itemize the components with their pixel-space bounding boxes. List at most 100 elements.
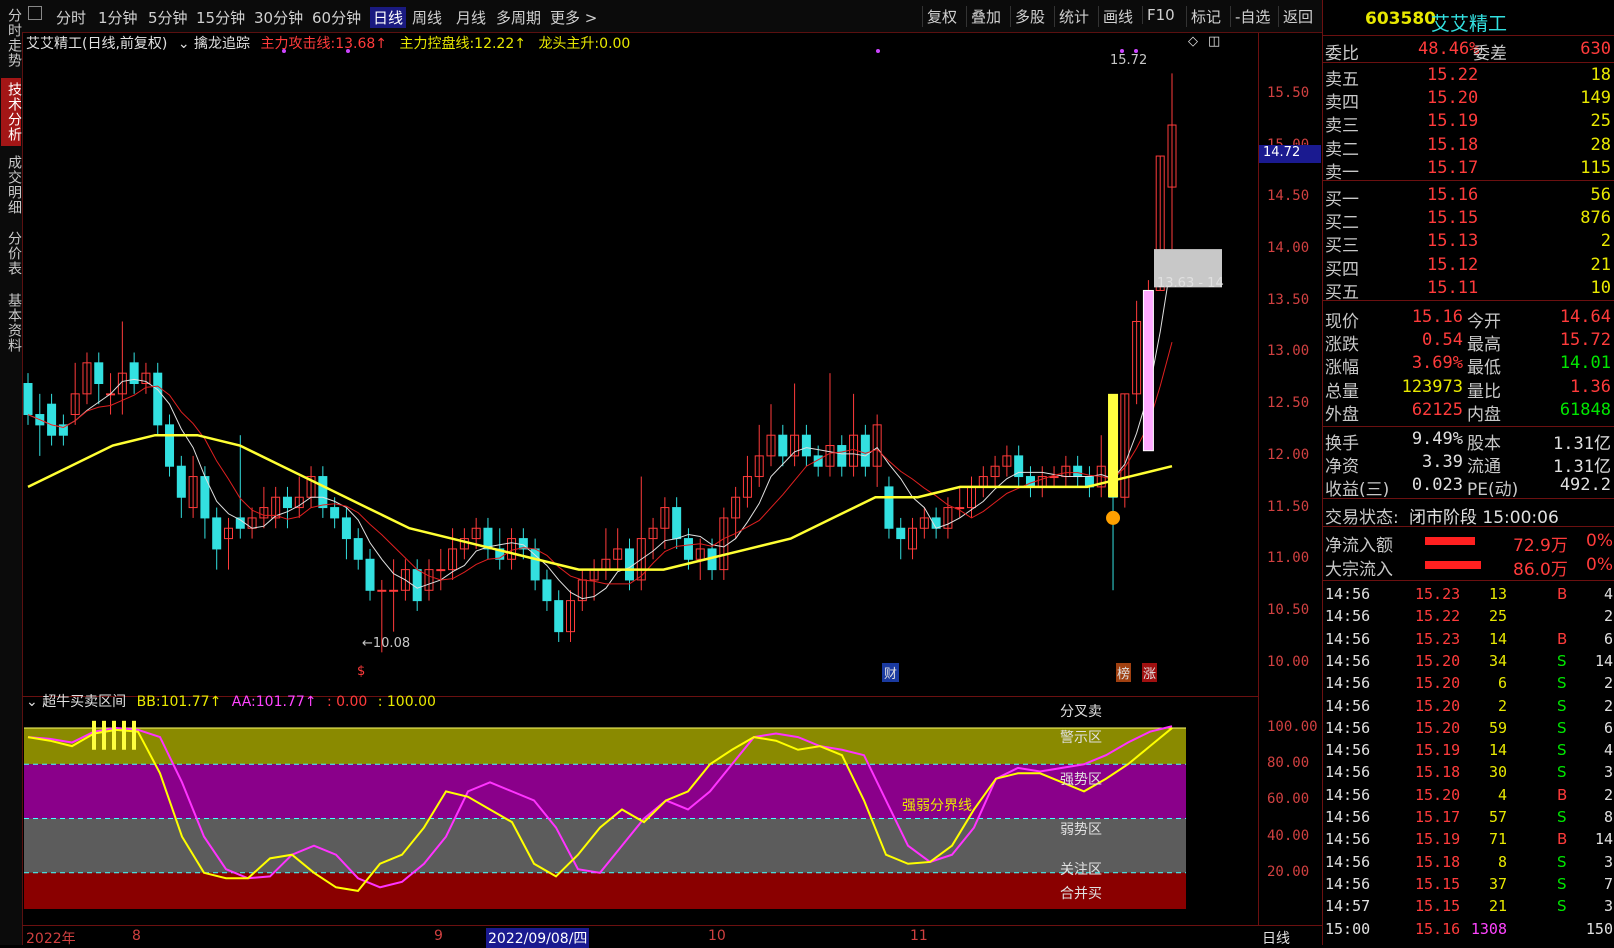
indicator-pane[interactable]: ⌄ 超牛买卖区间 BB:101.77↑ AA:101.77↑ : 0.00 : … [22,694,1258,925]
price-tick-label: 10.50 [1267,601,1310,618]
period-60min[interactable]: 60分钟 [312,7,361,28]
order-book-sell-row: 卖一 15.17 115 [1323,157,1614,183]
period-15min[interactable]: 15分钟 [196,7,245,28]
period-daily[interactable]: 日线 [370,7,407,28]
big-inflow-row: 大宗流入 86.0万 0% [1323,554,1614,580]
tick-count: 8 [1603,808,1613,826]
tick-row: 14:56 15.20 6 S 2 [1323,673,1614,696]
btn-f10[interactable]: F10 [1142,6,1179,24]
event-cai-marker[interactable]: 财 [882,663,900,682]
candle-body [341,517,351,540]
trade-state-value: 闭市阶段 15:00:06 [1409,508,1559,528]
tick-direction: S [1557,718,1567,737]
peak-bar [102,720,106,750]
tab-price-table[interactable]: 分价表 [1,228,22,278]
tick-count: 4 [1603,585,1613,603]
order-volume: 28 [1590,134,1611,155]
quote-stat-row: 外盘 62125 内盘 61848 [1323,399,1614,425]
net-inflow-row: 净流入额 72.9万 0% [1323,530,1614,556]
zone-strong-band [24,764,1186,819]
btn-overlay[interactable]: 叠加 [966,6,1005,27]
stat-value: 9.49% [1411,429,1463,449]
period-monthly[interactable]: 月线 [456,7,486,28]
period-more[interactable]: 更多 > [550,7,597,28]
ma-long-yellow-line [27,433,1173,571]
x-period-label[interactable]: 日线 [1262,928,1290,948]
high-marker: 15.72 [1110,53,1148,68]
tick-price: 15.20 [1415,718,1461,737]
tick-row: 14:56 15.20 59 S 6 [1323,718,1614,741]
tab-intraday[interactable]: 分时走势 [1,6,22,70]
ind-name[interactable]: 超牛买卖区间 [42,694,126,710]
big-inflow-value: 86.0万 [1513,560,1568,580]
price-tick-label: 11.50 [1267,498,1310,515]
ind-tick-label: 80.00 [1267,755,1310,772]
tick-direction: S [1557,897,1567,916]
btn-multi-stock[interactable]: 多股 [1010,6,1049,27]
order-price: 15.19 [1427,111,1479,132]
tick-price: 15.23 [1415,585,1461,603]
btn-remove-watch[interactable]: -自选 [1230,6,1274,27]
tick-price: 15.18 [1415,763,1461,782]
tick-count: 14 [1594,651,1613,670]
candle-body [318,476,328,509]
price-tick-label: 13.00 [1267,343,1310,360]
menu-square-icon[interactable] [28,6,42,20]
period-weekly[interactable]: 周线 [412,7,442,28]
tick-count: 2 [1603,674,1613,693]
period-30min[interactable]: 30分钟 [254,7,303,28]
btn-mark[interactable]: 标记 [1186,6,1225,27]
tick-time: 14:56 [1325,718,1371,737]
tab-trade-detail[interactable]: 成交明细 [1,152,22,218]
tab-technical[interactable]: 技术分析 [1,78,22,146]
zone-fenchamai: 分叉卖 [1060,704,1102,720]
tick-count: 7 [1603,874,1613,893]
tick-volume: 37 [1488,874,1507,893]
tick-count: 3 [1603,763,1613,782]
stat-label: 内盘 [1467,404,1501,425]
event-bang-marker[interactable]: 榜 [1116,663,1132,682]
tick-row: 14:56 15.20 2 S 2 [1323,696,1614,719]
tick-count: 14 [1594,830,1613,849]
candlestick-chart[interactable] [22,33,1258,696]
candle-body [542,579,552,602]
candle-body [165,424,175,467]
order-volume: 21 [1590,254,1611,275]
candle-body [282,496,292,509]
period-fenshi[interactable]: 分时 [56,7,86,28]
main-chart-pane[interactable]: 艾艾精工(日线,前复权) ⌄ 擒龙追踪 主力攻击线:13.68↑ 主力控盘线:1… [22,33,1258,697]
event-s-marker[interactable]: $ [357,664,365,679]
period-1min[interactable]: 1分钟 [98,7,138,28]
indicator-header: ⌄ 超牛买卖区间 BB:101.77↑ AA:101.77↑ : 0.00 : … [26,691,436,711]
candle-body [23,383,33,416]
tick-count: 6 [1603,629,1613,648]
event-zhang-marker[interactable]: 涨 [1142,663,1158,682]
tick-row: 14:56 15.22 25 2 [1323,606,1614,629]
period-multi[interactable]: 多周期 [496,7,541,28]
tick-volume: 1308 [1470,919,1507,938]
tab-fundamentals[interactable]: 基本资料 [1,290,22,356]
stock-name: 艾艾精工 [1431,13,1508,35]
period-5min[interactable]: 5分钟 [148,7,188,28]
order-book-sell-row: 卖四 15.20 149 [1323,87,1614,113]
zone-focus-band [24,872,1186,909]
btn-draw[interactable]: 画线 [1098,6,1137,27]
signal-bar-yellow [1108,393,1119,498]
ind-selector-icon[interactable]: ⌄ [26,694,38,710]
tick-count: 4 [1603,741,1613,760]
order-volume: 56 [1590,185,1611,205]
tick-time: 14:56 [1325,585,1371,603]
btn-adjust[interactable]: 复权 [922,6,961,27]
ind-value-4: : 100.00 [377,694,436,710]
peak-bar [92,720,96,750]
x-label-cursor-date: 2022/09/08/四 [486,928,590,948]
order-book-sell-row: 卖五 15.22 18 [1323,64,1614,90]
tick-volume: 8 [1497,852,1507,871]
btn-stats[interactable]: 统计 [1054,6,1093,27]
btn-back[interactable]: 返回 [1278,6,1317,27]
candle-body [153,372,163,426]
tick-price: 15.16 [1415,919,1461,938]
bb-value: 101.77↑ [160,694,222,710]
weicha-value: 630 [1580,39,1611,59]
x-label-oct: 10 [708,928,726,944]
